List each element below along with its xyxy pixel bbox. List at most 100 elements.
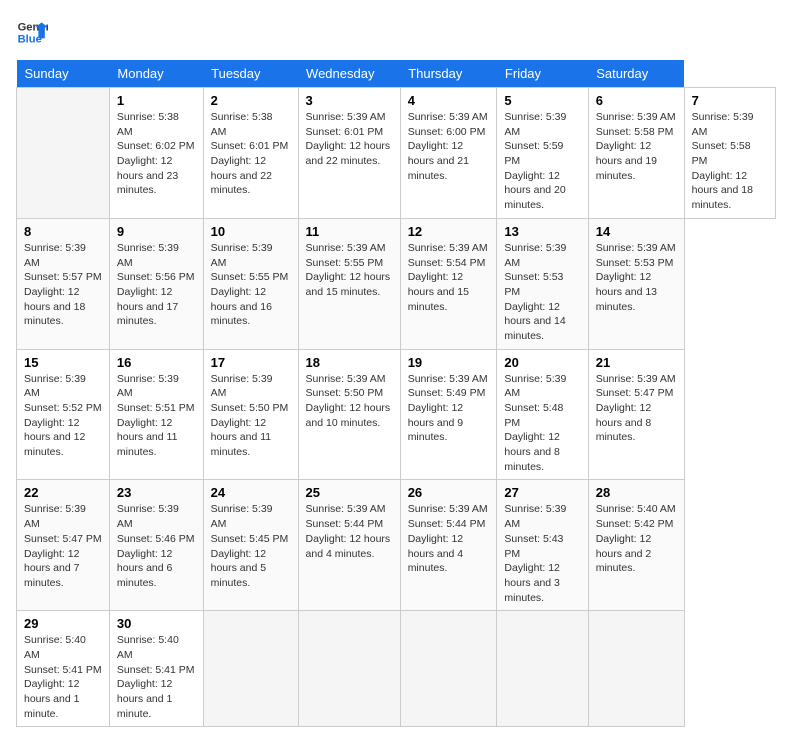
calendar-cell: 23 Sunrise: 5:39 AMSunset: 5:46 PMDayligh… bbox=[109, 480, 203, 611]
day-number: 28 bbox=[596, 485, 677, 500]
day-number: 12 bbox=[408, 224, 490, 239]
day-number: 23 bbox=[117, 485, 196, 500]
day-info: Sunrise: 5:40 AMSunset: 5:41 PMDaylight:… bbox=[24, 633, 102, 721]
day-number: 15 bbox=[24, 355, 102, 370]
day-info: Sunrise: 5:39 AMSunset: 6:01 PMDaylight:… bbox=[306, 110, 393, 169]
calendar-cell bbox=[203, 611, 298, 727]
day-number: 4 bbox=[408, 93, 490, 108]
day-number: 16 bbox=[117, 355, 196, 370]
calendar-cell: 28 Sunrise: 5:40 AMSunset: 5:42 PMDayligh… bbox=[588, 480, 684, 611]
day-number: 2 bbox=[211, 93, 291, 108]
day-number: 27 bbox=[504, 485, 580, 500]
day-info: Sunrise: 5:39 AMSunset: 5:47 PMDaylight:… bbox=[596, 372, 677, 445]
calendar-week-row: 22 Sunrise: 5:39 AMSunset: 5:47 PMDayligh… bbox=[17, 480, 776, 611]
day-info: Sunrise: 5:40 AMSunset: 5:41 PMDaylight:… bbox=[117, 633, 196, 721]
calendar-cell bbox=[588, 611, 684, 727]
calendar-cell-empty bbox=[17, 88, 110, 219]
day-info: Sunrise: 5:39 AMSunset: 5:53 PMDaylight:… bbox=[504, 241, 580, 344]
day-number: 25 bbox=[306, 485, 393, 500]
day-info: Sunrise: 5:39 AMSunset: 5:54 PMDaylight:… bbox=[408, 241, 490, 314]
calendar-cell: 12 Sunrise: 5:39 AMSunset: 5:54 PMDayligh… bbox=[400, 218, 497, 349]
calendar-cell: 6Sunrise: 5:39 AMSunset: 5:58 PMDaylight… bbox=[588, 88, 684, 219]
day-info: Sunrise: 5:39 AMSunset: 5:57 PMDaylight:… bbox=[24, 241, 102, 329]
calendar-cell bbox=[497, 611, 588, 727]
calendar-cell: 26 Sunrise: 5:39 AMSunset: 5:44 PMDayligh… bbox=[400, 480, 497, 611]
day-number: 26 bbox=[408, 485, 490, 500]
calendar-cell: 3Sunrise: 5:39 AMSunset: 6:01 PMDaylight… bbox=[298, 88, 400, 219]
calendar-cell bbox=[298, 611, 400, 727]
calendar-cell: 9 Sunrise: 5:39 AMSunset: 5:56 PMDaylight… bbox=[109, 218, 203, 349]
calendar-cell: 10 Sunrise: 5:39 AMSunset: 5:55 PMDayligh… bbox=[203, 218, 298, 349]
day-info: Sunrise: 5:39 AMSunset: 5:56 PMDaylight:… bbox=[117, 241, 196, 329]
calendar-cell: 13 Sunrise: 5:39 AMSunset: 5:53 PMDayligh… bbox=[497, 218, 588, 349]
calendar-cell bbox=[400, 611, 497, 727]
day-number: 29 bbox=[24, 616, 102, 631]
day-info: Sunrise: 5:39 AMSunset: 5:45 PMDaylight:… bbox=[211, 502, 291, 590]
calendar-cell: 19 Sunrise: 5:39 AMSunset: 5:49 PMDayligh… bbox=[400, 349, 497, 480]
day-info: Sunrise: 5:38 AMSunset: 6:01 PMDaylight:… bbox=[211, 110, 291, 198]
day-info: Sunrise: 5:39 AMSunset: 5:55 PMDaylight:… bbox=[306, 241, 393, 300]
calendar-cell: 8 Sunrise: 5:39 AMSunset: 5:57 PMDaylight… bbox=[17, 218, 110, 349]
calendar-cell: 17 Sunrise: 5:39 AMSunset: 5:50 PMDayligh… bbox=[203, 349, 298, 480]
day-info: Sunrise: 5:39 AMSunset: 5:47 PMDaylight:… bbox=[24, 502, 102, 590]
day-info: Sunrise: 5:39 AMSunset: 5:51 PMDaylight:… bbox=[117, 372, 196, 460]
day-info: Sunrise: 5:39 AMSunset: 5:58 PMDaylight:… bbox=[692, 110, 768, 213]
day-number: 9 bbox=[117, 224, 196, 239]
day-info: Sunrise: 5:39 AMSunset: 5:53 PMDaylight:… bbox=[596, 241, 677, 314]
day-info: Sunrise: 5:39 AMSunset: 5:44 PMDaylight:… bbox=[408, 502, 490, 575]
day-number: 19 bbox=[408, 355, 490, 370]
calendar-cell: 14 Sunrise: 5:39 AMSunset: 5:53 PMDayligh… bbox=[588, 218, 684, 349]
calendar-cell: 27 Sunrise: 5:39 AMSunset: 5:43 PMDayligh… bbox=[497, 480, 588, 611]
day-number: 11 bbox=[306, 224, 393, 239]
calendar-week-row: 1 Sunrise: 5:38 AMSunset: 6:02 PMDaylight… bbox=[17, 88, 776, 219]
logo-icon: General Blue bbox=[16, 16, 48, 48]
day-info: Sunrise: 5:39 AMSunset: 5:48 PMDaylight:… bbox=[504, 372, 580, 475]
calendar-body: 1 Sunrise: 5:38 AMSunset: 6:02 PMDaylight… bbox=[17, 88, 776, 727]
day-info: Sunrise: 5:38 AMSunset: 6:02 PMDaylight:… bbox=[117, 110, 196, 198]
day-info: Sunrise: 5:40 AMSunset: 5:42 PMDaylight:… bbox=[596, 502, 677, 575]
day-info: Sunrise: 5:39 AMSunset: 5:50 PMDaylight:… bbox=[211, 372, 291, 460]
calendar-cell: 20 Sunrise: 5:39 AMSunset: 5:48 PMDayligh… bbox=[497, 349, 588, 480]
calendar-cell: 24 Sunrise: 5:39 AMSunset: 5:45 PMDayligh… bbox=[203, 480, 298, 611]
day-info: Sunrise: 5:39 AMSunset: 5:49 PMDaylight:… bbox=[408, 372, 490, 445]
day-info: Sunrise: 5:39 AMSunset: 5:43 PMDaylight:… bbox=[504, 502, 580, 605]
day-number: 5 bbox=[504, 93, 580, 108]
day-info: Sunrise: 5:39 AMSunset: 5:50 PMDaylight:… bbox=[306, 372, 393, 431]
day-number: 18 bbox=[306, 355, 393, 370]
calendar-cell: 21 Sunrise: 5:39 AMSunset: 5:47 PMDayligh… bbox=[588, 349, 684, 480]
day-number: 30 bbox=[117, 616, 196, 631]
weekday-header-cell: Sunday bbox=[17, 60, 110, 88]
day-info: Sunrise: 5:39 AMSunset: 5:46 PMDaylight:… bbox=[117, 502, 196, 590]
weekday-header-row: SundayMondayTuesdayWednesdayThursdayFrid… bbox=[17, 60, 776, 88]
day-number: 13 bbox=[504, 224, 580, 239]
calendar-cell: 22 Sunrise: 5:39 AMSunset: 5:47 PMDayligh… bbox=[17, 480, 110, 611]
calendar-cell: 16 Sunrise: 5:39 AMSunset: 5:51 PMDayligh… bbox=[109, 349, 203, 480]
calendar-cell: 4Sunrise: 5:39 AMSunset: 6:00 PMDaylight… bbox=[400, 88, 497, 219]
calendar-cell: 18 Sunrise: 5:39 AMSunset: 5:50 PMDayligh… bbox=[298, 349, 400, 480]
day-number: 22 bbox=[24, 485, 102, 500]
calendar-cell: 1 Sunrise: 5:38 AMSunset: 6:02 PMDaylight… bbox=[109, 88, 203, 219]
day-number: 21 bbox=[596, 355, 677, 370]
day-info: Sunrise: 5:39 AMSunset: 5:55 PMDaylight:… bbox=[211, 241, 291, 329]
svg-text:Blue: Blue bbox=[18, 33, 42, 45]
day-number: 8 bbox=[24, 224, 102, 239]
day-number: 6 bbox=[596, 93, 677, 108]
weekday-header-cell: Friday bbox=[497, 60, 588, 88]
day-number: 17 bbox=[211, 355, 291, 370]
calendar-table: SundayMondayTuesdayWednesdayThursdayFrid… bbox=[16, 60, 776, 727]
day-info: Sunrise: 5:39 AMSunset: 5:52 PMDaylight:… bbox=[24, 372, 102, 460]
calendar-week-row: 15 Sunrise: 5:39 AMSunset: 5:52 PMDayligh… bbox=[17, 349, 776, 480]
calendar-cell: 25Sunrise: 5:39 AMSunset: 5:44 PMDayligh… bbox=[298, 480, 400, 611]
calendar-week-row: 8 Sunrise: 5:39 AMSunset: 5:57 PMDaylight… bbox=[17, 218, 776, 349]
day-number: 1 bbox=[117, 93, 196, 108]
day-number: 20 bbox=[504, 355, 580, 370]
calendar-cell: 15 Sunrise: 5:39 AMSunset: 5:52 PMDayligh… bbox=[17, 349, 110, 480]
calendar-cell: 30 Sunrise: 5:40 AMSunset: 5:41 PMDayligh… bbox=[109, 611, 203, 727]
weekday-header-cell: Thursday bbox=[400, 60, 497, 88]
day-number: 10 bbox=[211, 224, 291, 239]
calendar-cell: 5 Sunrise: 5:39 AMSunset: 5:59 PMDaylight… bbox=[497, 88, 588, 219]
calendar-cell: 2 Sunrise: 5:38 AMSunset: 6:01 PMDaylight… bbox=[203, 88, 298, 219]
day-number: 14 bbox=[596, 224, 677, 239]
day-info: Sunrise: 5:39 AMSunset: 5:59 PMDaylight:… bbox=[504, 110, 580, 213]
day-number: 24 bbox=[211, 485, 291, 500]
